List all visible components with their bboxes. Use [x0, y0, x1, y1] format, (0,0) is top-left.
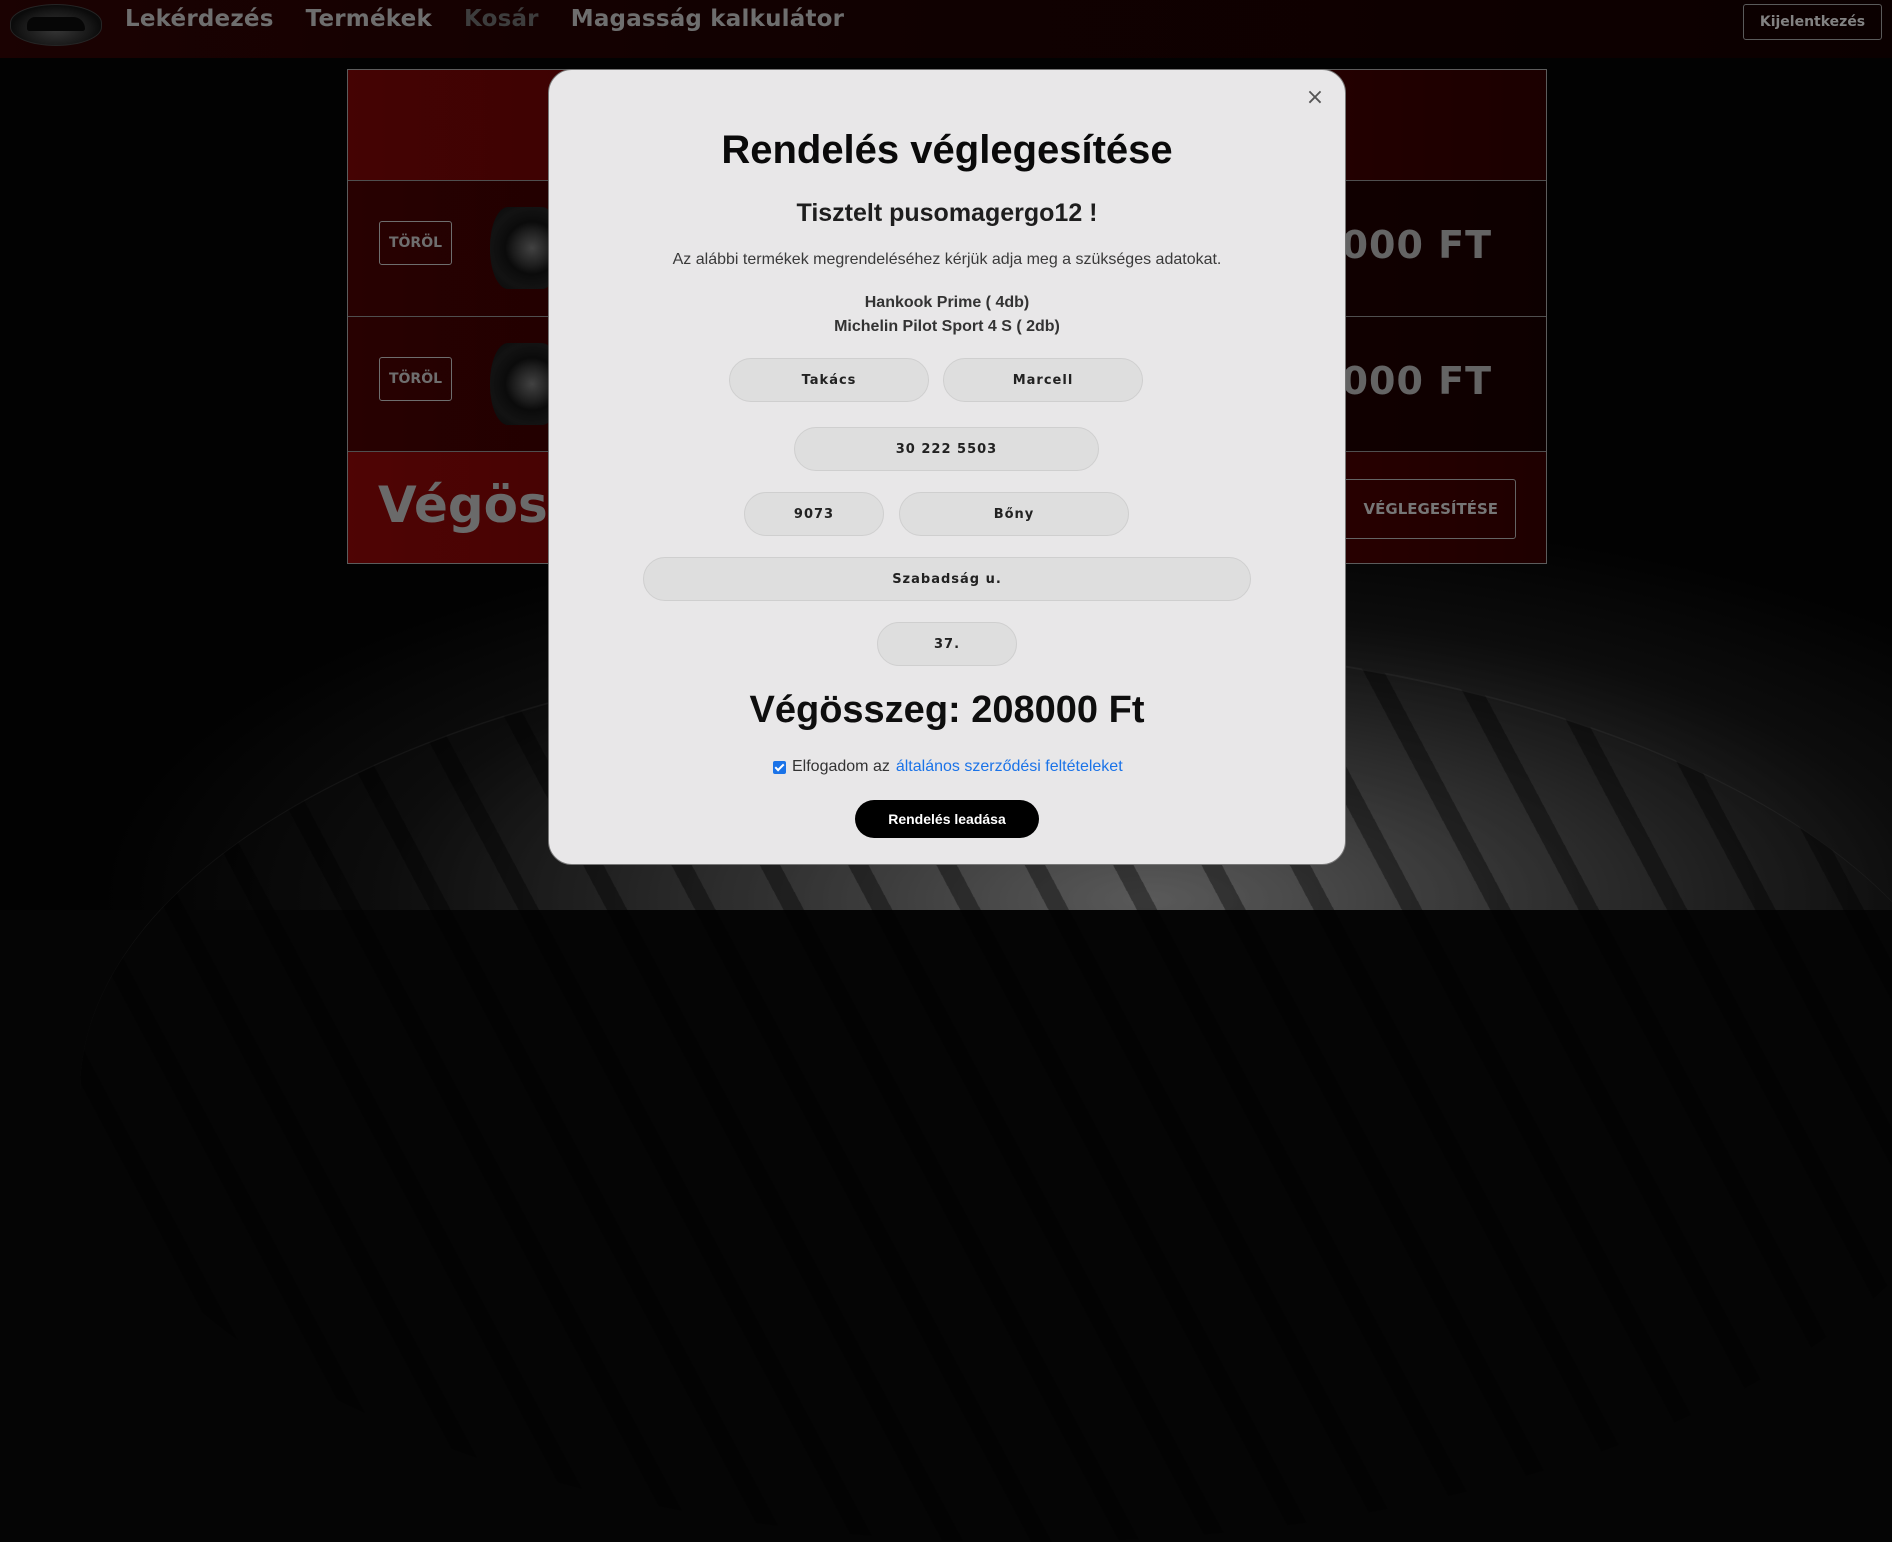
- terms-link[interactable]: általános szerződési feltételeket: [896, 758, 1123, 776]
- modal-title: Rendelés véglegesítése: [721, 128, 1173, 172]
- terms-row: Elfogadom az általános szerződési feltét…: [773, 758, 1123, 776]
- close-icon[interactable]: ×: [1305, 87, 1325, 109]
- order-item: Michelin Pilot Sport 4 S ( 2db): [834, 318, 1060, 335]
- street-field[interactable]: [643, 557, 1251, 601]
- order-item: Hankook Prime ( 4db): [864, 294, 1030, 311]
- house-number-field[interactable]: [877, 622, 1017, 666]
- order-items-list: Hankook Prime ( 4db) Michelin Pilot Spor…: [549, 291, 1345, 339]
- order-finalize-modal: × Rendelés véglegesítése Tisztelt pusoma…: [548, 69, 1346, 865]
- order-total: Végösszeg: 208000 Ft: [749, 689, 1145, 731]
- terms-label: Elfogadom az: [792, 758, 890, 775]
- place-order-button[interactable]: Rendelés leadása: [855, 800, 1039, 838]
- zip-code-field[interactable]: [744, 492, 884, 536]
- first-name-field[interactable]: [943, 358, 1143, 402]
- city-field[interactable]: [899, 492, 1129, 536]
- greeting: Tisztelt pusomagergo12 !: [796, 199, 1098, 227]
- terms-checkbox[interactable]: [773, 760, 786, 774]
- last-name-field[interactable]: [729, 358, 929, 402]
- modal-description: Az alábbi termékek megrendeléséhez kérjü…: [672, 251, 1222, 268]
- phone-field[interactable]: [794, 427, 1099, 471]
